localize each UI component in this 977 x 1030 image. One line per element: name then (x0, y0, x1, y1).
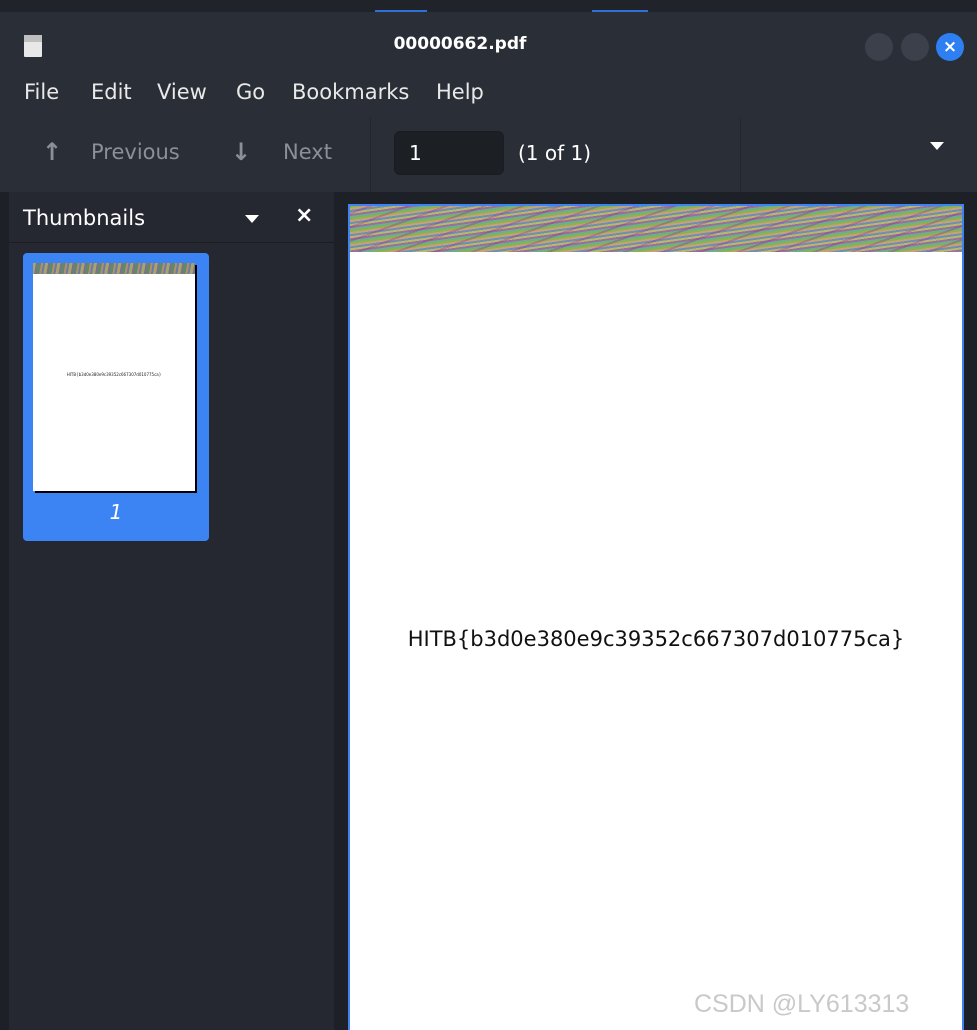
previous-button[interactable]: Previous (91, 140, 180, 164)
menu-bookmarks[interactable]: Bookmarks (292, 80, 409, 104)
menu-edit[interactable]: Edit (91, 80, 132, 104)
thumbnail-noise-band (33, 263, 195, 274)
window-title: 00000662.pdf (393, 34, 527, 54)
close-icon[interactable]: × (295, 203, 313, 228)
thumbnail-text: HITB{b3d0e380e9c39352c667307d010775ca} (66, 372, 162, 377)
thumbnail-item[interactable]: HITB{b3d0e380e9c39352c667307d010775ca} 1 (23, 253, 209, 541)
menu-go[interactable]: Go (236, 80, 265, 104)
sidebar-header: Thumbnails × (9, 192, 334, 243)
screen: 00000662.pdf × File Edit View Go Bookmar… (0, 0, 977, 1030)
document-viewer[interactable]: HITB{b3d0e380e9c39352c667307d010775ca} (334, 192, 977, 1030)
chevron-down-icon[interactable] (930, 142, 944, 150)
maximize-button[interactable] (901, 33, 929, 61)
menu-help[interactable]: Help (436, 80, 484, 104)
page-count: (1 of 1) (518, 141, 592, 165)
close-button[interactable]: × (936, 33, 964, 61)
page-number-input[interactable] (394, 131, 504, 175)
toolbar-separator (370, 118, 371, 192)
sidebar-title[interactable]: Thumbnails (23, 206, 145, 230)
menu-file[interactable]: File (24, 80, 59, 104)
minimize-button[interactable] (865, 33, 893, 61)
document-page: HITB{b3d0e380e9c39352c667307d010775ca} (348, 204, 964, 1030)
title-bar: 00000662.pdf × (0, 12, 977, 72)
next-button[interactable]: Next (283, 140, 332, 164)
thumbnail-label: 1 (109, 500, 123, 524)
menu-bar: File Edit View Go Bookmarks Help (0, 72, 977, 118)
desktop-panel (0, 0, 977, 13)
document-text: HITB{b3d0e380e9c39352c667307d010775ca} (407, 627, 905, 651)
page-noise-band (350, 206, 962, 252)
arrow-up-icon[interactable]: ↑ (42, 138, 62, 166)
watermark: CSDN @LY613313 (694, 990, 910, 1018)
toolbar-separator (740, 118, 741, 192)
close-icon: × (942, 37, 958, 57)
chevron-down-icon[interactable] (245, 215, 259, 223)
menu-view[interactable]: View (157, 80, 207, 104)
sidebar: Thumbnails × HITB{b3d0e380e9c39352c66730… (9, 192, 334, 1030)
thumbnail-page: HITB{b3d0e380e9c39352c667307d010775ca} (33, 263, 195, 491)
arrow-down-icon[interactable]: ↓ (231, 138, 251, 166)
